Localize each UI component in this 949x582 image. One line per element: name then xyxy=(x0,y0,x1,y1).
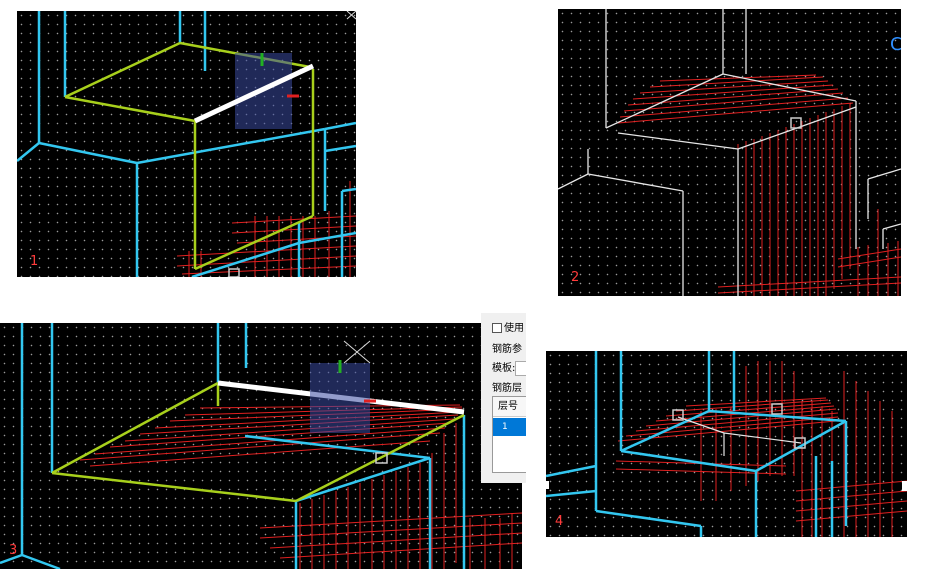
viewport-4[interactable]: 4 xyxy=(546,351,907,537)
crosshair-cursor xyxy=(343,340,371,364)
scene-4[interactable] xyxy=(546,351,907,537)
panel-label: 1 xyxy=(30,254,39,269)
wireframe-cyan xyxy=(17,11,356,277)
edge-glyph: C xyxy=(890,34,901,55)
rebar-grid xyxy=(176,181,356,277)
template-select[interactable] xyxy=(515,360,526,376)
use-option[interactable]: 使用 xyxy=(492,319,524,334)
rebar-settings-dialog: 使用 钢筋参 模板: 钢筋层 层号 1 xyxy=(481,313,526,483)
edge-mark xyxy=(546,481,549,489)
snap-grip[interactable] xyxy=(228,268,240,277)
use-checkbox[interactable] xyxy=(492,323,502,333)
scene-3[interactable] xyxy=(0,323,522,569)
rebar-layer-label: 钢筋层 xyxy=(492,383,522,394)
viewport-2[interactable]: C 2 xyxy=(558,9,901,296)
viewport-3[interactable]: 3 xyxy=(0,323,522,569)
template-label: 模板: xyxy=(492,363,516,374)
scene-2[interactable]: C xyxy=(558,9,901,296)
table-header-layer[interactable]: 层号 xyxy=(493,397,526,417)
snap-grip[interactable] xyxy=(771,403,783,415)
wireframe-white xyxy=(677,416,802,456)
rebar-layer-table[interactable]: 层号 1 xyxy=(492,396,526,473)
rebar-mesh xyxy=(79,404,522,569)
use-checkbox-label: 使用 xyxy=(504,323,524,334)
rebar-mesh xyxy=(617,74,901,296)
rebar-mesh xyxy=(615,361,907,537)
scene-1[interactable] xyxy=(17,11,356,277)
wireframe-cyan xyxy=(0,323,466,569)
template-row: 模板: xyxy=(492,359,526,376)
panel-label: 4 xyxy=(555,514,564,529)
viewport-1[interactable]: 1 xyxy=(17,11,356,277)
panel-label: 2 xyxy=(571,270,580,285)
gizmo-plane[interactable] xyxy=(310,363,370,433)
panel-label: 3 xyxy=(9,543,18,558)
rebar-params-label: 钢筋参 xyxy=(492,344,522,355)
wireframe-cyan xyxy=(546,351,848,537)
crosshair-cursor xyxy=(346,11,356,20)
table-row[interactable]: 1 xyxy=(493,418,526,436)
edge-mark xyxy=(902,481,907,491)
